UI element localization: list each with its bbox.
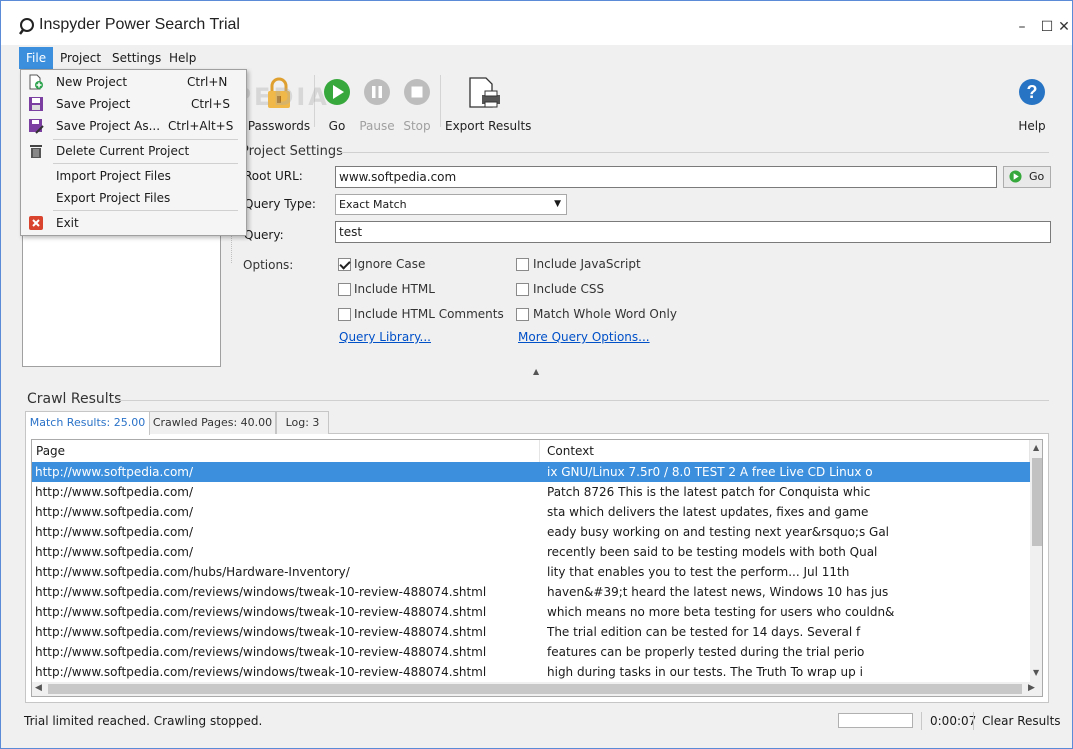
scroll-down-icon[interactable]: ▼	[1033, 668, 1039, 677]
more-query-options-link[interactable]: More Query Options...	[518, 330, 650, 344]
ignore-case-label: Ignore Case	[354, 257, 426, 271]
clear-results-button[interactable]: Clear Results	[982, 714, 1061, 728]
query-library-link[interactable]: Query Library...	[339, 330, 431, 344]
magnifier-app-icon	[19, 18, 34, 35]
export-results-button[interactable]: Export Results	[445, 77, 531, 137]
help-button[interactable]: ? Help	[1013, 77, 1051, 137]
title-bar: Inspyder Power Search Trial – ☐ ✕	[1, 1, 1072, 45]
table-row[interactable]: http://www.softpedia.com/reviews/windows…	[32, 662, 1030, 682]
table-row[interactable]: http://www.softpedia.com/reviews/windows…	[32, 582, 1030, 602]
table-row[interactable]: http://www.softpedia.com/ eady busy work…	[32, 522, 1030, 542]
elapsed-time: 0:00:07	[930, 714, 977, 728]
table-row[interactable]: http://www.softpedia.com/hubs/Hardware-I…	[32, 562, 1030, 582]
stop-button[interactable]: Stop	[399, 77, 435, 137]
include-css-label: Include CSS	[533, 282, 605, 296]
query-input[interactable]: test	[335, 221, 1051, 243]
app-window: Inspyder Power Search Trial – ☐ ✕ File P…	[0, 0, 1073, 749]
status-divider	[973, 712, 974, 730]
menu-item-export-project-files[interactable]: Export Project Files	[21, 187, 246, 209]
menu-bar: File Project Settings Help	[1, 47, 1072, 69]
stop-icon	[404, 79, 430, 105]
table-row[interactable]: http://www.softpedia.com/reviews/windows…	[32, 622, 1030, 642]
svg-text:?: ?	[1027, 82, 1038, 102]
pause-icon	[364, 79, 390, 105]
menu-item-import-project-files[interactable]: Import Project Files	[21, 165, 246, 187]
group-divider	[117, 400, 1049, 401]
include-html-checkbox[interactable]	[338, 283, 351, 296]
root-url-go-button[interactable]: Go	[1003, 166, 1051, 188]
include-html-label: Include HTML	[354, 282, 435, 296]
menu-item-new-project[interactable]: New Project Ctrl+N	[21, 71, 246, 93]
match-whole-word-checkbox[interactable]	[516, 308, 529, 321]
scroll-left-icon[interactable]: ◀	[35, 683, 42, 693]
menu-settings[interactable]: Settings	[105, 47, 168, 69]
column-header-context[interactable]: Context	[540, 440, 1030, 462]
help-icon: ?	[1019, 79, 1045, 105]
menu-separator	[53, 163, 238, 164]
menu-project[interactable]: Project	[53, 47, 108, 69]
crawl-results-title: Crawl Results	[27, 391, 122, 407]
table-row[interactable]: http://www.softpedia.com/reviews/windows…	[32, 602, 1030, 622]
table-row[interactable]: http://www.softpedia.com/ ix GNU/Linux 7…	[32, 462, 1030, 482]
query-type-select[interactable]: Exact Match ▼	[335, 194, 567, 215]
progress-bar	[838, 713, 913, 728]
trash-icon	[30, 145, 42, 158]
scroll-up-icon[interactable]: ▲	[1033, 443, 1039, 452]
pause-button[interactable]: Pause	[359, 77, 395, 137]
table-row[interactable]: http://www.softpedia.com/ recently been …	[32, 542, 1030, 562]
query-type-label: Query Type:	[244, 197, 316, 211]
tab-log[interactable]: Log: 3	[276, 411, 329, 434]
menu-file[interactable]: File	[19, 47, 54, 69]
vertical-scroll-thumb[interactable]	[1032, 458, 1042, 546]
save-icon	[29, 97, 43, 111]
vertical-scrollbar[interactable]: ▲ ▼	[1030, 440, 1042, 682]
root-url-input[interactable]: www.softpedia.com	[335, 166, 997, 188]
new-project-icon	[29, 74, 43, 90]
query-label: Query:	[244, 228, 284, 242]
export-icon	[469, 77, 500, 108]
file-menu-dropdown: New Project Ctrl+N Save Project Ctrl+S S…	[20, 69, 247, 236]
status-bar: Trial limited reached. Crawling stopped.…	[1, 707, 1072, 737]
chevron-down-icon: ▼	[554, 199, 561, 209]
include-html-comments-label: Include HTML Comments	[354, 307, 504, 321]
menu-help[interactable]: Help	[162, 47, 203, 69]
horizontal-scroll-thumb[interactable]	[48, 684, 1022, 694]
group-divider	[341, 152, 1049, 153]
include-html-comments-checkbox[interactable]	[338, 308, 351, 321]
play-icon	[1009, 170, 1022, 183]
window-title: Inspyder Power Search Trial	[39, 16, 240, 33]
collapse-arrow-icon[interactable]: ▲	[533, 367, 539, 376]
menu-item-save-project-as[interactable]: Save Project As... Ctrl+Alt+S	[21, 115, 246, 137]
status-message: Trial limited reached. Crawling stopped.	[24, 714, 263, 728]
table-row[interactable]: http://www.softpedia.com/ Patch 8726 Thi…	[32, 482, 1030, 502]
menu-item-exit[interactable]: Exit	[21, 212, 246, 234]
exit-icon	[29, 216, 43, 230]
match-whole-word-label: Match Whole Word Only	[533, 307, 677, 321]
status-divider	[921, 712, 922, 730]
menu-item-save-project[interactable]: Save Project Ctrl+S	[21, 93, 246, 115]
root-url-label: Root URL:	[244, 169, 303, 183]
include-css-checkbox[interactable]	[516, 283, 529, 296]
save-as-icon	[29, 119, 44, 134]
close-button[interactable]: ✕	[1055, 15, 1072, 39]
tab-crawled-pages[interactable]: Crawled Pages: 40.00	[149, 411, 276, 434]
project-settings-title: Project Settings	[241, 144, 343, 159]
options-label: Options:	[243, 258, 294, 272]
include-javascript-checkbox[interactable]	[516, 258, 529, 271]
column-header-page[interactable]: Page	[32, 440, 540, 462]
results-table: Page Context http://www.softpedia.com/ i…	[31, 439, 1043, 683]
include-javascript-label: Include JavaScript	[533, 257, 641, 271]
scroll-right-icon[interactable]: ▶	[1028, 683, 1035, 693]
menu-separator	[53, 210, 238, 211]
table-row[interactable]: http://www.softpedia.com/reviews/windows…	[32, 642, 1030, 662]
ignore-case-checkbox[interactable]	[338, 258, 351, 271]
tab-match-results[interactable]: Match Results: 25.00	[25, 411, 150, 435]
horizontal-scrollbar[interactable]: ◀ ▶	[31, 682, 1043, 697]
menu-item-delete-project[interactable]: Delete Current Project	[21, 140, 246, 162]
table-row[interactable]: http://www.softpedia.com/ sta which deli…	[32, 502, 1030, 522]
